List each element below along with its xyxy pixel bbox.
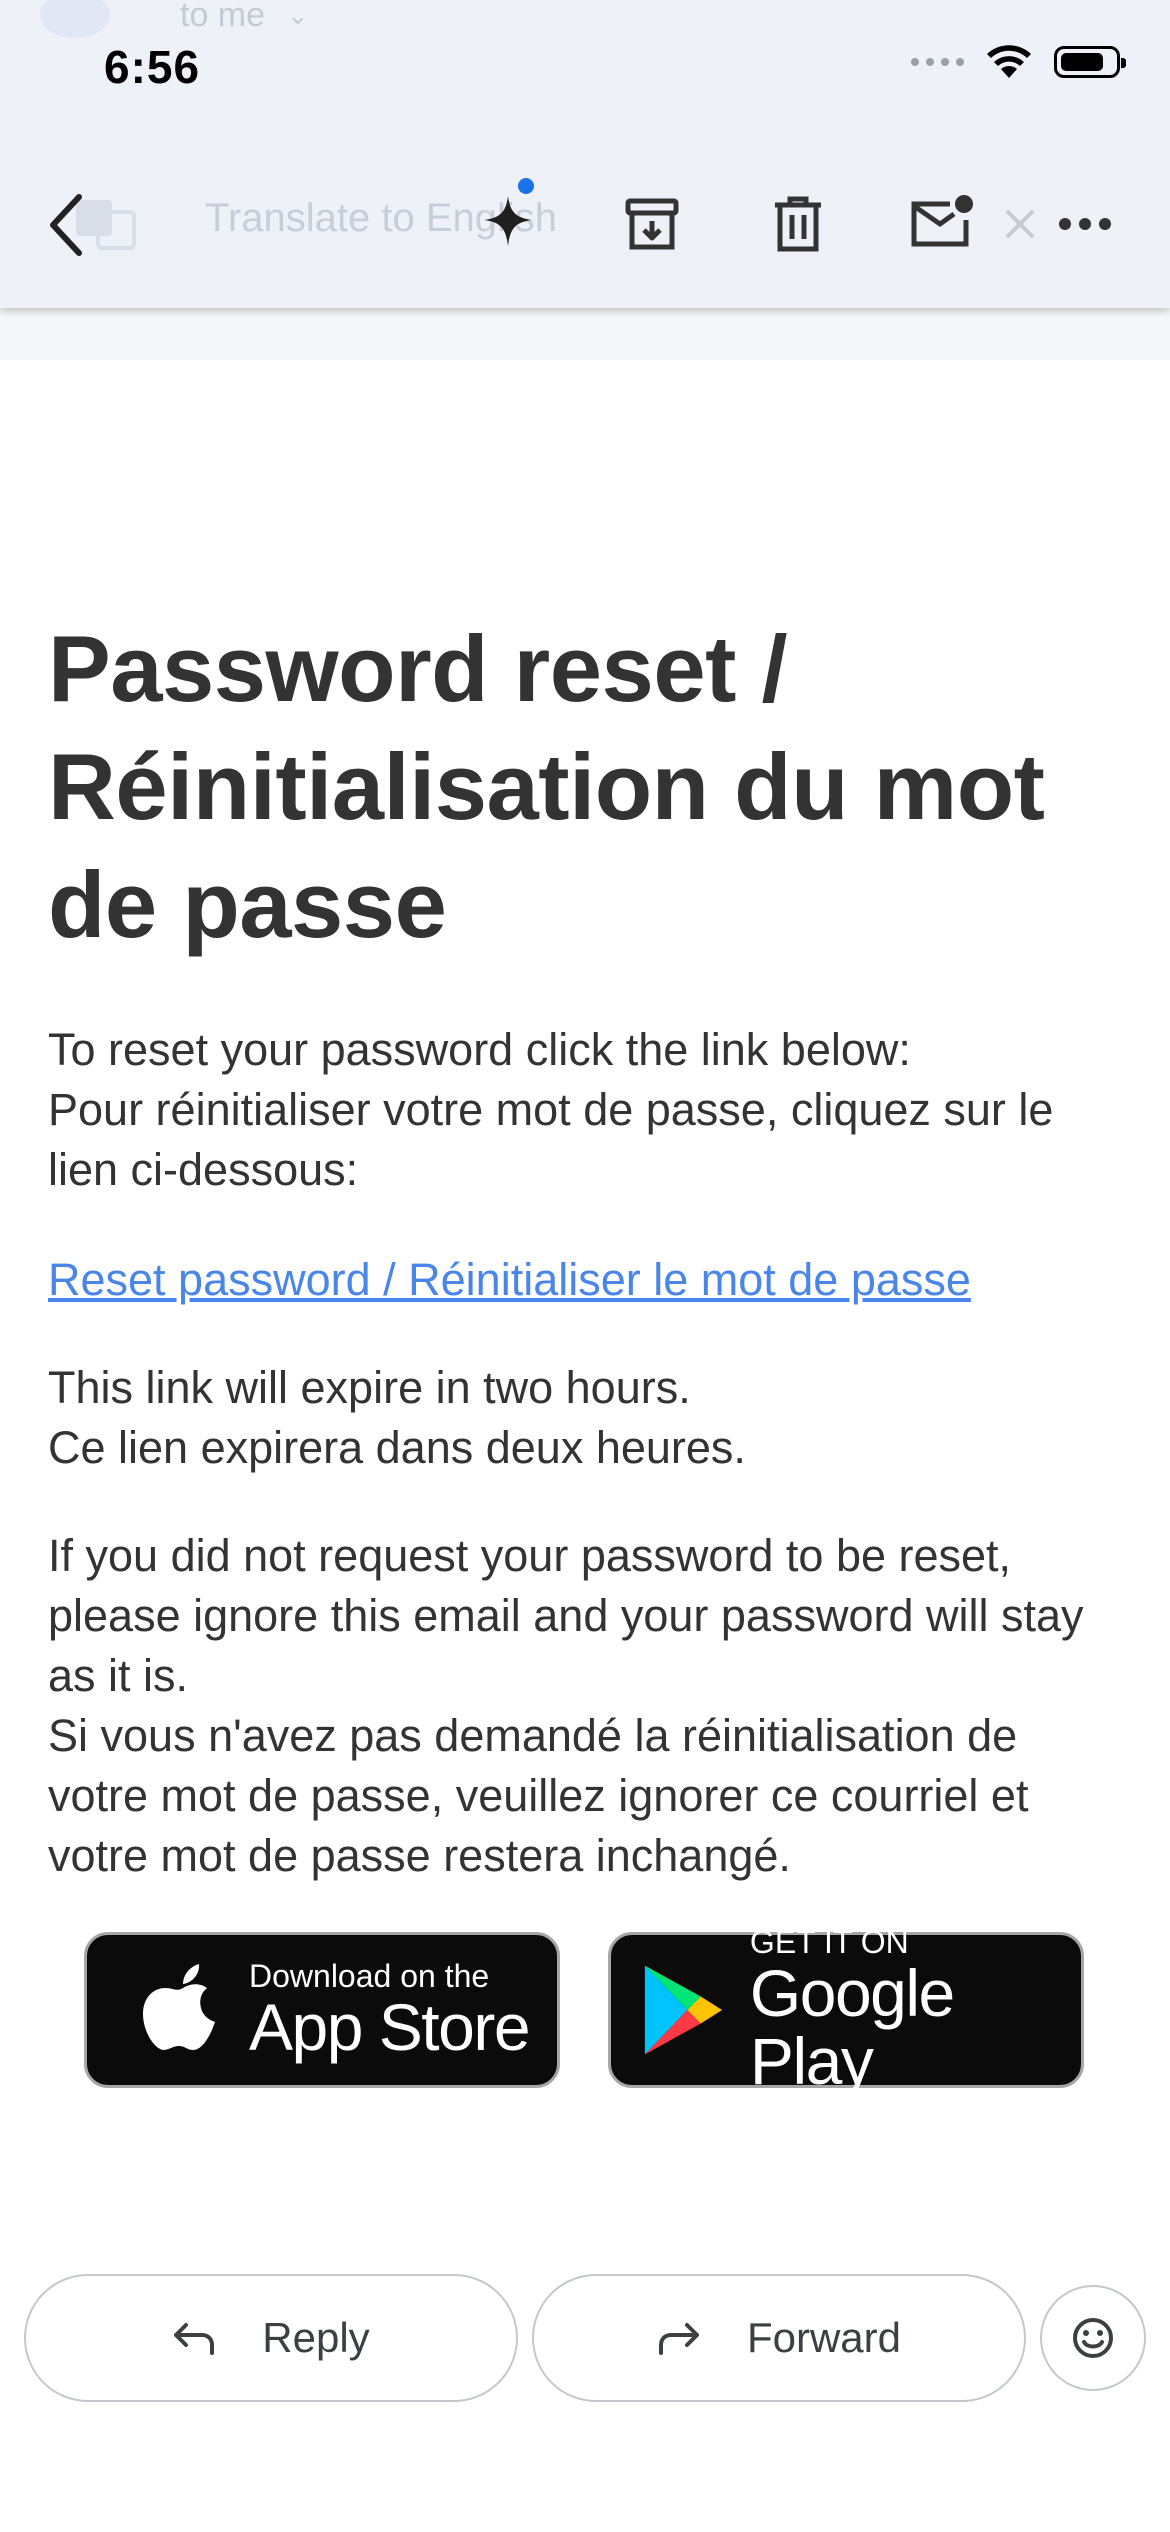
forward-icon xyxy=(658,2323,699,2355)
ignore-paragraph: If you did not request your password to … xyxy=(48,1526,1128,1886)
trash-icon xyxy=(775,196,821,252)
chevron-down-icon: ⌄ xyxy=(287,0,309,30)
emoji-reaction-button[interactable] xyxy=(1040,2285,1146,2391)
expiry-paragraph: This link will expire in two hours. Ce l… xyxy=(48,1358,1128,1478)
scrolled-sender-row: to me ⌄ xyxy=(40,0,309,42)
reply-button[interactable]: Reply xyxy=(24,2274,518,2402)
google-play-big-text: Google Play xyxy=(749,1956,955,2098)
app-store-badge[interactable]: Download on the App Store xyxy=(84,1932,560,2088)
gemini-button[interactable] xyxy=(476,176,548,256)
app-store-small-text: Download on the xyxy=(249,1958,490,1994)
google-play-text: GET IT ON Google Play xyxy=(750,1925,1081,2095)
more-horizontal-icon xyxy=(1059,218,1111,230)
more-options-button[interactable] xyxy=(1058,204,1112,244)
expiry-line-en: This link will expire in two hours. xyxy=(48,1362,691,1413)
chevron-left-icon xyxy=(50,194,82,256)
google-play-badge[interactable]: GET IT ON Google Play xyxy=(608,1925,1084,2095)
forward-label: Forward xyxy=(746,2314,902,2361)
close-translate-button[interactable] xyxy=(1000,204,1040,244)
status-time: 6:56 xyxy=(104,41,201,93)
back-button[interactable] xyxy=(40,190,90,260)
forward-button[interactable]: Forward xyxy=(532,2274,1026,2402)
intro-paragraph: To reset your password click the link be… xyxy=(48,1020,1128,1200)
app-store-text: Download on the App Store xyxy=(249,1958,531,2064)
ignore-line-en: If you did not request your password to … xyxy=(48,1530,1084,1701)
delete-button[interactable] xyxy=(768,194,828,254)
status-icons xyxy=(911,44,1126,80)
google-play-small-text: GET IT ON xyxy=(749,1924,909,1960)
mark-unread-button[interactable] xyxy=(908,192,976,252)
smiley-icon xyxy=(1073,2318,1113,2358)
archive-icon xyxy=(625,198,679,250)
recipient-text: to me xyxy=(180,0,266,34)
battery-icon xyxy=(1054,46,1126,78)
google-play-logo-icon xyxy=(644,1965,723,2055)
apple-logo-icon xyxy=(143,1964,215,2050)
email-content: Password reset / Réinitialisation du mot… xyxy=(48,610,1128,964)
expiry-line-fr: Ce lien expirera dans deux heures. xyxy=(48,1422,746,1473)
app-store-big-text: App Store xyxy=(249,1990,531,2064)
reset-password-link[interactable]: Reset password / Réinitialiser le mot de… xyxy=(48,1250,971,1310)
ignore-line-fr: Si vous n'avez pas demandé la réinitiali… xyxy=(48,1710,1029,1881)
top-app-bar: to me ⌄ 6:56 Translate to English xyxy=(0,0,1170,308)
intro-line-fr: Pour réinitialiser votre mot de passe, c… xyxy=(48,1084,1054,1195)
wifi-icon xyxy=(987,45,1031,78)
cellular-signal-icon xyxy=(911,58,964,66)
intro-line-en: To reset your password click the link be… xyxy=(48,1024,911,1075)
close-icon xyxy=(1005,209,1035,239)
reply-icon xyxy=(174,2323,215,2355)
reply-label: Reply xyxy=(262,2314,370,2361)
header-divider-band xyxy=(0,308,1170,360)
sparkle-icon xyxy=(484,178,534,246)
email-subject: Password reset / Réinitialisation du mot… xyxy=(48,616,1045,957)
sender-avatar xyxy=(40,0,110,38)
archive-button[interactable] xyxy=(622,194,682,254)
mail-unread-icon xyxy=(911,195,973,247)
